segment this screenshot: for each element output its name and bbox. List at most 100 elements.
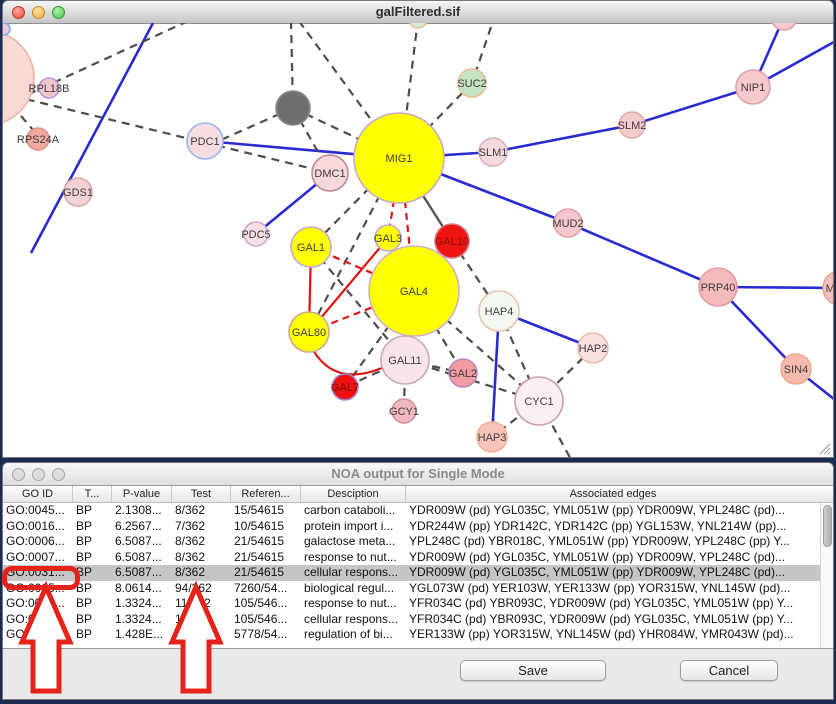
node-label: GAL3: [374, 233, 402, 245]
zoom-icon[interactable]: [52, 468, 65, 481]
save-button[interactable]: Save: [460, 660, 606, 681]
network-node[interactable]: [771, 23, 797, 30]
close-icon[interactable]: [12, 6, 25, 19]
network-edge[interactable]: [313, 350, 382, 374]
table-cell: BP: [73, 627, 112, 643]
network-node[interactable]: [409, 23, 427, 28]
table-cell: YFR034C (pd) YBR093C, YDR009W (pd) YGL03…: [406, 612, 820, 628]
table-cell: YER133W (pp) YOR315W, YNL145W (pd) YHR08…: [406, 627, 820, 643]
noa-window-title: NOA output for Single Mode: [331, 466, 505, 481]
table-cell: BP: [73, 519, 112, 535]
table-row[interactable]: GO:0031...BP1.3324...11/362105/546...cel…: [3, 612, 820, 628]
noa-output-window: NOA output for Single Mode GO IDT...P-va…: [2, 462, 834, 700]
column-header[interactable]: Desciption: [301, 486, 406, 502]
network-window-titlebar[interactable]: galFiltered.sif: [3, 1, 833, 24]
table-cell: 1.3324...: [112, 596, 172, 612]
node-label: SUC2: [457, 78, 486, 90]
table-cell: response to nut...: [301, 596, 406, 612]
node-label: MUD2: [552, 218, 583, 230]
table-cell: 8.0614...: [112, 581, 172, 597]
network-edge[interactable]: [21, 116, 34, 131]
noa-window-titlebar[interactable]: NOA output for Single Mode: [3, 463, 833, 486]
network-edge[interactable]: [632, 87, 753, 125]
table-scrollbar[interactable]: [820, 503, 833, 648]
table-row[interactable]: GO:0006...BP6.5087...8/36221/54615galact…: [3, 534, 820, 550]
close-icon[interactable]: [12, 468, 25, 481]
zoom-icon[interactable]: [52, 6, 65, 19]
table-cell: cellular respons...: [301, 565, 406, 581]
node-label: GAL1: [297, 242, 325, 254]
table-cell: GO:0031...: [3, 596, 73, 612]
table-cell: YDR009W (pd) YGL035C, YML051W (pp) YDR00…: [406, 565, 820, 581]
table-cell: BP: [73, 596, 112, 612]
network-node[interactable]: [276, 91, 310, 125]
table-cell: 21/54615: [231, 565, 301, 581]
table-cell: 7/362: [172, 519, 231, 535]
table-cell: 8/362: [172, 550, 231, 566]
table-cell: 21/54615: [231, 550, 301, 566]
table-cell: 8/362: [172, 503, 231, 519]
node-label: HAP3: [478, 432, 507, 444]
table-cell: 10/54615: [231, 519, 301, 535]
table-cell: GO:0006...: [3, 534, 73, 550]
table-cell: BP: [73, 534, 112, 550]
table-cell: 11/362: [172, 596, 231, 612]
column-header[interactable]: Associated edges: [406, 486, 820, 502]
table-cell: 80/362: [172, 627, 231, 643]
resize-grip-icon[interactable]: [818, 442, 831, 455]
table-cell: 1.3324...: [112, 612, 172, 628]
table-row[interactable]: GO:0031...BP1.3324...11/362105/546...res…: [3, 596, 820, 612]
node-label: SLM1: [479, 147, 508, 159]
scrollbar-thumb[interactable]: [823, 505, 832, 547]
table-body: GO:0045...BP2.1308...8/36215/54615carbon…: [3, 503, 820, 643]
table-cell: cellular respons...: [301, 612, 406, 628]
node-label: GDS1: [63, 187, 93, 199]
node-label: GAL10: [435, 236, 469, 248]
column-header[interactable]: T...: [73, 486, 112, 502]
table-cell: YDR009W (pd) YGL035C, YML051W (pp) YDR00…: [406, 550, 820, 566]
column-header[interactable]: P-value: [112, 486, 172, 502]
table-cell: 6.5087...: [112, 534, 172, 550]
node-label: CYC1: [524, 396, 553, 408]
network-node[interactable]: [3, 31, 34, 125]
table-cell: 1.428E...: [112, 627, 172, 643]
network-node[interactable]: [3, 23, 10, 35]
table-cell: 21/54615: [231, 534, 301, 550]
table-cell: 94/362: [172, 581, 231, 597]
network-edge[interactable]: [568, 223, 718, 287]
table-cell: 2.1308...: [112, 503, 172, 519]
cancel-button[interactable]: Cancel: [680, 660, 778, 681]
table-cell: 8/362: [172, 565, 231, 581]
table-cell: BP: [73, 503, 112, 519]
table-cell: YGL073W (pd) YER103W, YER133W (pp) YOR31…: [406, 581, 820, 597]
table-cell: YDR009W (pd) YGL035C, YML051W (pp) YDR00…: [406, 503, 820, 519]
table-row[interactable]: GO:0050...BP1.428E...80/3625778/54...reg…: [3, 627, 820, 643]
table-cell: GO:0031...: [3, 612, 73, 628]
column-header[interactable]: GO ID: [3, 486, 73, 502]
column-header[interactable]: Referen...: [231, 486, 301, 502]
minimize-icon[interactable]: [32, 6, 45, 19]
table-row[interactable]: GO:0016...BP6.2567...7/36210/54615protei…: [3, 519, 820, 535]
node-label: HAP4: [485, 306, 514, 318]
node-label: RPL18B: [29, 83, 70, 95]
network-canvas[interactable]: RPL18BRPS24AGDS1PDC1DMC1MIG1SUC2SLM1SLM2…: [3, 23, 833, 458]
table-cell: response to nut...: [301, 550, 406, 566]
results-table: GO IDT...P-valueTestReferen...Desciption…: [3, 485, 833, 649]
network-window: galFiltered.sif RPL18BRPS24AGDS1PDC1DMC1…: [2, 0, 834, 458]
network-edge[interactable]: [493, 125, 632, 152]
table-cell: GO:0007...: [3, 550, 73, 566]
node-label: GAL11: [388, 355, 421, 367]
table-row[interactable]: GO:0065...BP8.0614...94/3627260/54...bio…: [3, 581, 820, 597]
column-header[interactable]: Test: [172, 486, 231, 502]
table-cell: 6.5087...: [112, 550, 172, 566]
node-label: HAP2: [579, 343, 608, 355]
table-cell: biological regul...: [301, 581, 406, 597]
minimize-icon[interactable]: [32, 468, 45, 481]
node-label: SIN4: [784, 364, 808, 376]
table-cell: carbon cataboli...: [301, 503, 406, 519]
table-row[interactable]: GO:0045...BP2.1308...8/36215/54615carbon…: [3, 503, 820, 519]
node-label: PDC5: [241, 229, 270, 241]
table-row[interactable]: GO:0007...BP6.5087...8/36221/54615respon…: [3, 550, 820, 566]
table-cell: 105/546...: [231, 612, 301, 628]
table-row[interactable]: GO:0031...BP6.5087...8/36221/54615cellul…: [3, 565, 820, 581]
